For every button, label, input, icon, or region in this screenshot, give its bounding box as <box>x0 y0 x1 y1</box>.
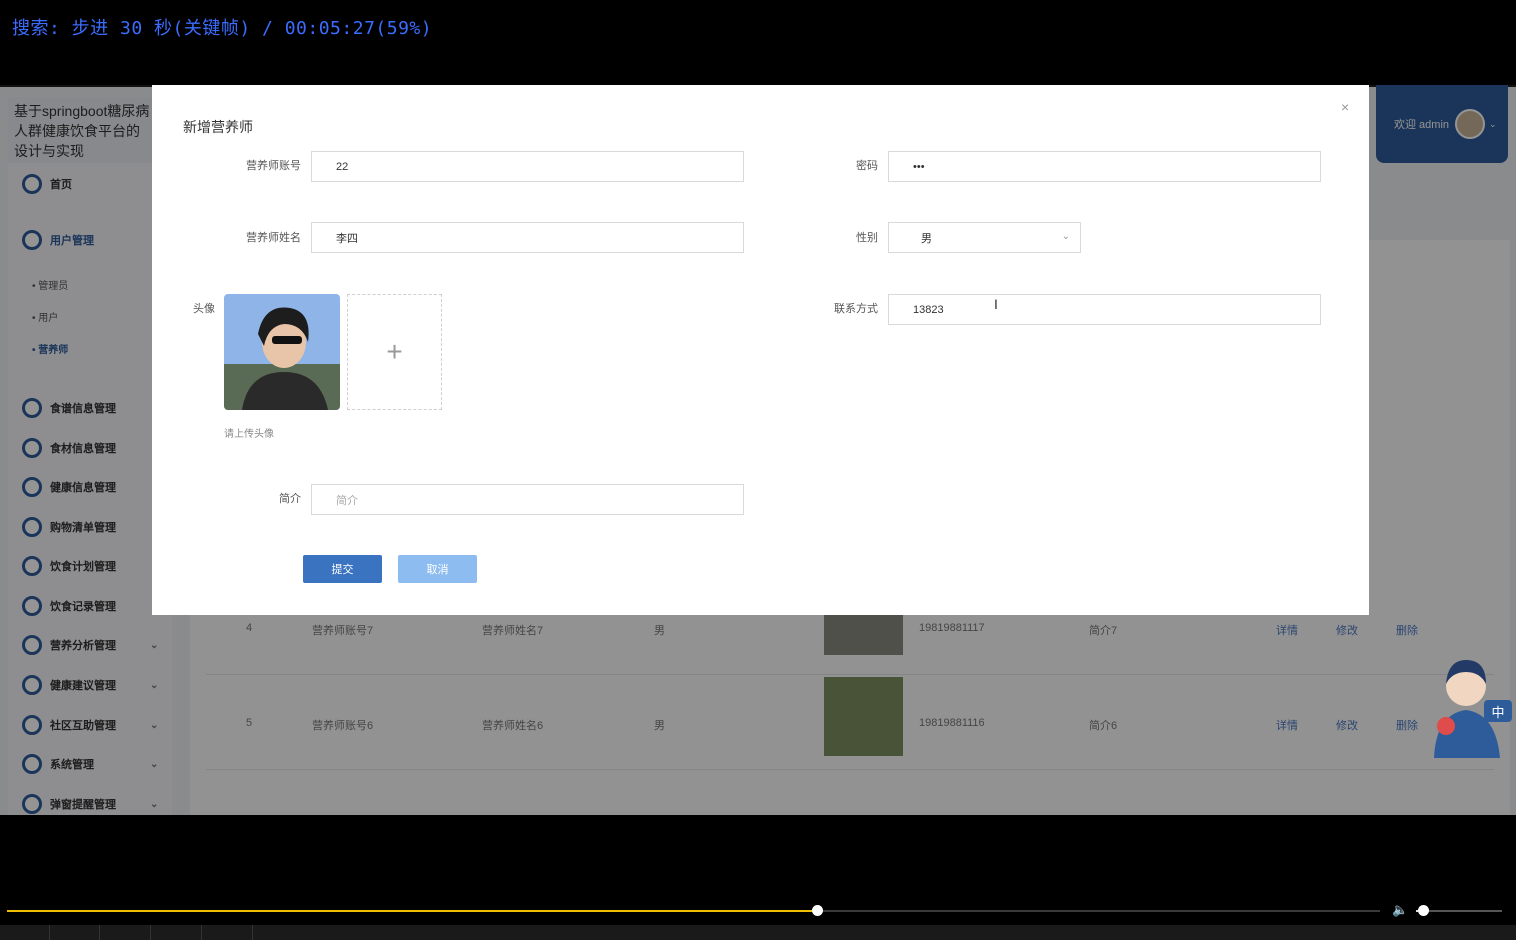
gender-label: 性别 <box>856 232 878 244</box>
account-label: 营养师账号 <box>246 160 301 172</box>
seek-played <box>7 910 818 912</box>
avatar-preview[interactable] <box>224 294 340 410</box>
password-label: 密码 <box>856 160 878 172</box>
upload-avatar-button[interactable]: + <box>347 294 442 410</box>
intro-input[interactable]: 简介 <box>311 484 744 515</box>
phone-input[interactable]: 13823 <box>888 294 1321 325</box>
account-input[interactable]: 22 <box>311 151 744 182</box>
video-player: 搜索: 步进 30 秒(关键帧) / 00:05:27(59%) 基于sprin… <box>0 0 1516 940</box>
taskbar-cell[interactable] <box>0 925 50 940</box>
name-label: 营养师姓名 <box>246 232 301 244</box>
password-input[interactable]: ••• <box>888 151 1321 182</box>
chevron-down-icon: ⌄ <box>1061 231 1070 242</box>
close-icon[interactable]: × <box>1341 99 1349 115</box>
language-badge[interactable]: 中 <box>1484 700 1512 722</box>
volume-slider[interactable] <box>1416 905 1502 916</box>
submit-button[interactable]: 提交 <box>303 555 382 583</box>
text-cursor-icon: I <box>994 296 998 312</box>
taskbar-cell[interactable] <box>50 925 100 940</box>
mascot-widget[interactable]: 中 <box>1420 650 1516 760</box>
avatar-label: 头像 <box>193 303 215 315</box>
add-nutritionist-dialog: 新增营养师 × 营养师账号 22 密码 ••• 营养师姓名 李四 性别 男 ⌄ … <box>152 85 1369 615</box>
name-input[interactable]: 李四 <box>311 222 744 253</box>
volume-icon[interactable]: 🔈 <box>1392 903 1408 918</box>
taskbar-cell[interactable] <box>101 925 151 940</box>
seek-bar[interactable] <box>7 905 1380 916</box>
video-frame: 基于springboot糖尿病人群健康饮食平台的设计与实现 欢迎 admin ⌄… <box>0 85 1516 815</box>
osd-seek-text: 搜索: 步进 30 秒(关键帧) / 00:05:27(59%) <box>12 18 433 39</box>
phone-label: 联系方式 <box>834 303 878 315</box>
cancel-button[interactable]: 取消 <box>398 555 477 583</box>
taskbar-cell[interactable] <box>203 925 253 940</box>
intro-label: 简介 <box>279 493 301 505</box>
avatar-hint: 请上传头像 <box>224 429 274 440</box>
dialog-title: 新增营养师 <box>183 119 253 135</box>
taskbar <box>0 925 1516 940</box>
seek-handle[interactable] <box>812 905 824 916</box>
taskbar-cell[interactable] <box>152 925 202 940</box>
gender-select[interactable]: 男 ⌄ <box>888 222 1081 253</box>
plus-icon: + <box>386 336 403 367</box>
volume-handle[interactable] <box>1417 905 1429 916</box>
